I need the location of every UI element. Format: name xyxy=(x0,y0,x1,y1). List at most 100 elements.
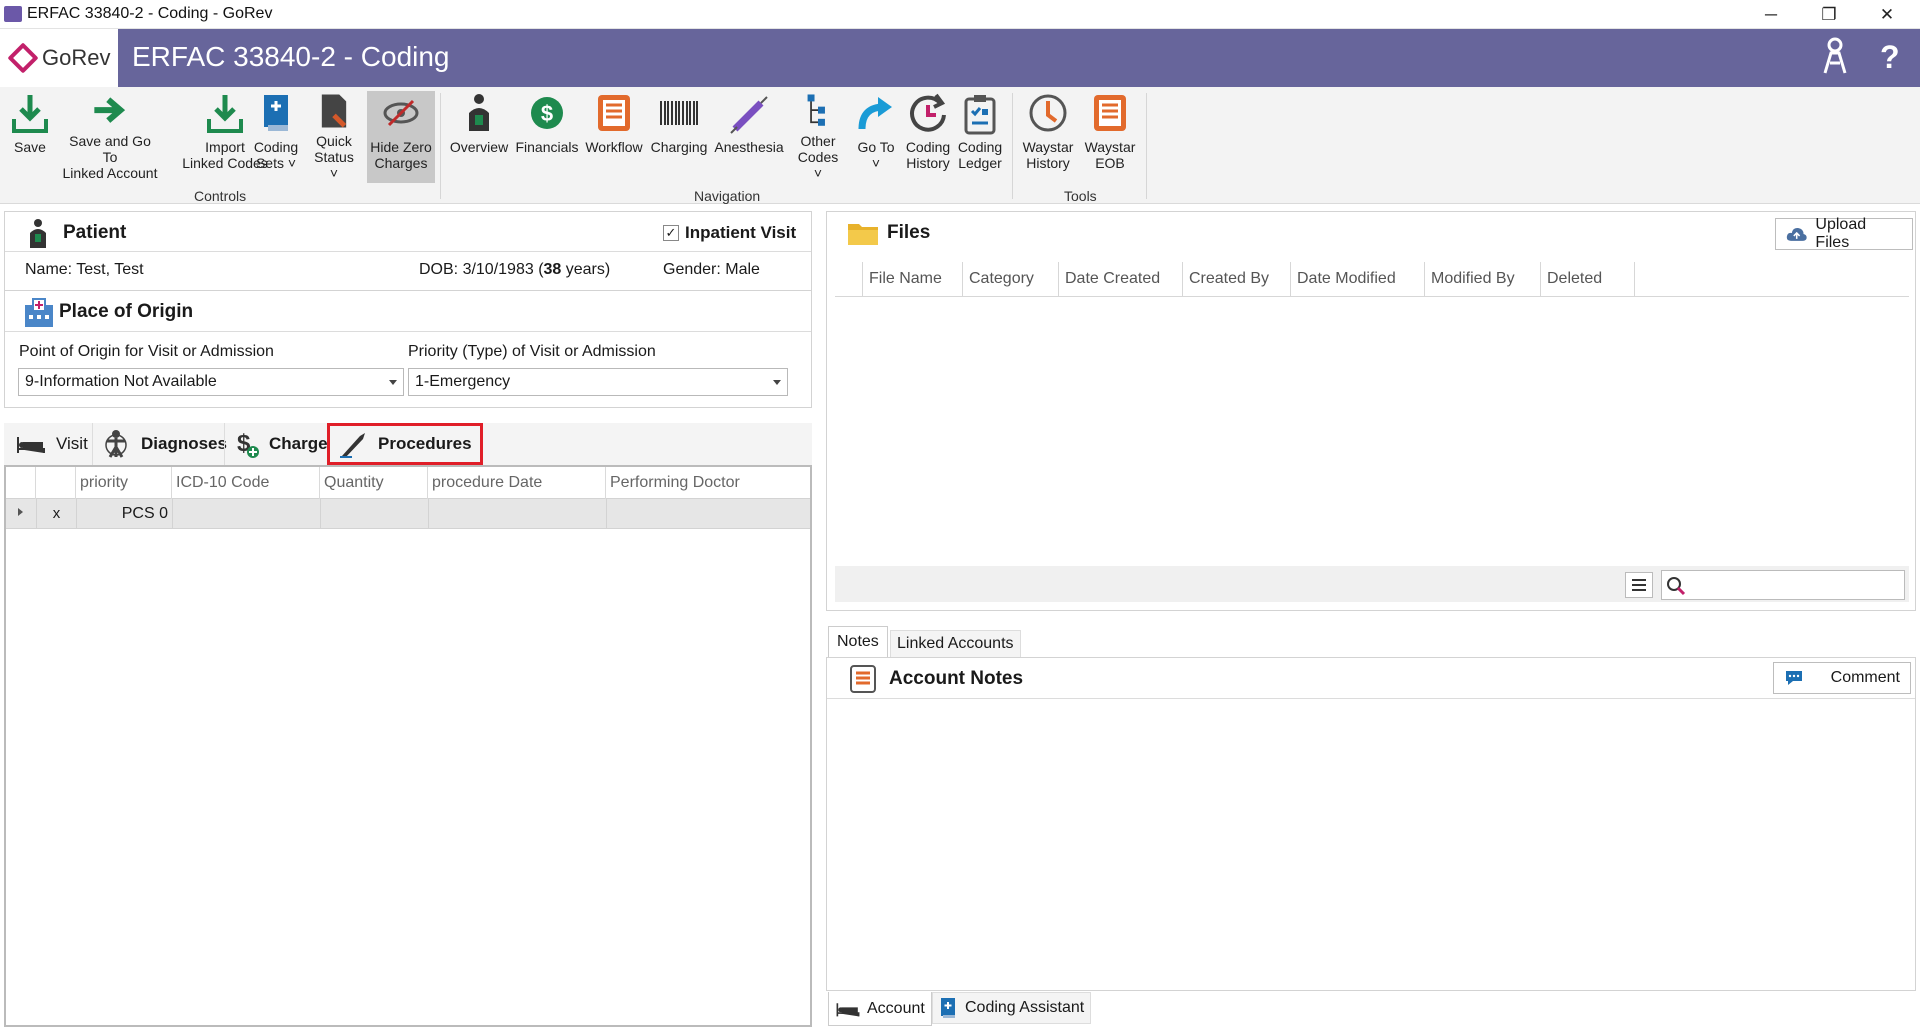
waystar-history-button[interactable]: Waystar History xyxy=(1020,91,1076,181)
user-settings-icon[interactable] xyxy=(1820,37,1850,83)
waystar-eob-icon xyxy=(1094,95,1126,131)
patient-panel: Patient ✓ Inpatient Visit Name: Test, Te… xyxy=(4,211,812,291)
window-title: ERFAC 33840-2 - Coding - GoRev xyxy=(27,5,273,22)
notes-icon xyxy=(849,664,877,694)
tab-notes[interactable]: Notes xyxy=(828,626,888,658)
cell-priority[interactable]: PCS 0 xyxy=(76,499,172,529)
tab-visit[interactable]: Visit xyxy=(8,423,96,465)
col-file-name[interactable]: File Name xyxy=(863,262,963,296)
window-title-bar: ERFAC 33840-2 - Coding - GoRev ─ ❐ ✕ xyxy=(0,0,1920,29)
app-header: GoRev ERFAC 33840-2 - Coding ? xyxy=(0,29,1920,87)
col-quantity[interactable]: Quantity xyxy=(320,467,428,499)
notes-tabs: Notes Linked Accounts xyxy=(826,626,1916,658)
col-created-by[interactable]: Created By xyxy=(1183,262,1291,296)
coding-ledger-button[interactable]: Coding Ledger xyxy=(955,91,1005,181)
coding-history-button[interactable]: Coding History xyxy=(903,91,953,181)
other-codes-icon xyxy=(807,94,825,126)
anesthesia-button[interactable]: Anesthesia xyxy=(712,91,786,181)
hide-zero-charges-button[interactable]: Hide Zero Charges xyxy=(367,91,435,183)
cell-quantity[interactable] xyxy=(320,499,428,529)
financials-button[interactable]: $ Financials xyxy=(515,91,579,181)
files-panel: Files Upload Files File Name Category Da… xyxy=(826,211,1916,611)
cloud-upload-icon xyxy=(1786,228,1807,241)
cell-performing-doctor[interactable] xyxy=(606,499,810,529)
workflow-button[interactable]: Workflow xyxy=(583,91,645,181)
ribbon-toolbar: Save Save and Go To Linked Account Impor… xyxy=(0,87,1920,204)
anesthesia-icon xyxy=(730,96,768,134)
coding-sets-icon xyxy=(264,95,288,131)
delete-row-button[interactable]: x xyxy=(36,499,76,529)
col-date-created[interactable]: Date Created xyxy=(1059,262,1183,296)
patient-icon xyxy=(27,218,49,248)
other-codes-button[interactable]: Other Codes ˅ xyxy=(790,91,846,181)
save-button[interactable]: Save xyxy=(8,91,52,181)
hospital-icon xyxy=(23,297,55,327)
workflow-icon xyxy=(598,95,630,131)
col-procedure-date[interactable]: procedure Date xyxy=(428,467,606,499)
tab-diagnoses[interactable]: Diagnoses xyxy=(92,423,235,465)
cell-icd10-code[interactable] xyxy=(172,499,320,529)
tab-linked-accounts[interactable]: Linked Accounts xyxy=(890,630,1021,658)
col-performing-doctor[interactable]: Performing Doctor xyxy=(606,467,810,499)
tab-coding-assistant[interactable]: Coding Assistant xyxy=(932,992,1092,1024)
minimize-button[interactable]: ─ xyxy=(1742,0,1800,29)
patient-name: Name: Test, Test xyxy=(25,261,144,278)
brand-name: GoRev xyxy=(42,45,111,70)
grid-header: priority ICD-10 Code Quantity procedure … xyxy=(6,467,810,499)
import-icon xyxy=(207,95,243,133)
priority-select[interactable]: 1-Emergency xyxy=(408,368,788,396)
tab-procedures[interactable]: Procedures xyxy=(327,423,483,465)
col-date-modified[interactable]: Date Modified xyxy=(1291,262,1425,296)
priority-label: Priority (Type) of Visit or Admission xyxy=(408,343,656,360)
bottom-tabs: Account Coding Assistant xyxy=(826,992,1916,1026)
overview-icon xyxy=(469,94,489,131)
col-deleted[interactable]: Deleted xyxy=(1541,262,1635,296)
account-notes-panel: Account Notes Comment xyxy=(826,657,1916,991)
charging-icon xyxy=(660,101,698,125)
gorev-logo[interactable]: GoRev xyxy=(0,29,118,87)
place-of-origin-panel: Place of Origin Point of Origin for Visi… xyxy=(4,290,812,408)
menu-icon xyxy=(1632,579,1646,591)
group-label-controls: Controls xyxy=(194,188,247,204)
files-footer xyxy=(835,566,1909,602)
coding-history-icon xyxy=(910,93,946,132)
coding-tabs: Visit Diagnoses $ Charges Procedures xyxy=(4,423,812,465)
group-label-tools: Tools xyxy=(1064,188,1097,204)
logo-mark-icon xyxy=(7,42,39,74)
comment-icon xyxy=(1786,671,1802,685)
coding-sets-button[interactable]: Coding Sets ˅ xyxy=(252,91,300,181)
tab-account[interactable]: Account xyxy=(828,992,932,1026)
restore-button[interactable]: ❐ xyxy=(1800,0,1858,29)
page-title: ERFAC 33840-2 - Coding xyxy=(132,41,450,72)
files-search-input[interactable] xyxy=(1661,570,1905,600)
folder-icon xyxy=(847,220,879,246)
ribbon-separator xyxy=(1012,93,1013,199)
save-goto-icon xyxy=(94,97,126,123)
quick-status-button[interactable]: Quick Status ˅ xyxy=(308,91,360,181)
upload-files-button[interactable]: Upload Files xyxy=(1775,216,1913,251)
col-icd10-code[interactable]: ICD-10 Code xyxy=(172,467,320,499)
app-icon xyxy=(4,6,22,22)
chevron-down-icon xyxy=(389,380,397,385)
point-of-origin-select[interactable]: 9-Information Not Available xyxy=(18,368,404,396)
patient-heading: Patient xyxy=(63,222,127,243)
table-row[interactable]: x PCS 0 xyxy=(6,499,810,529)
charging-button[interactable]: Charging xyxy=(649,91,709,181)
files-heading: Files xyxy=(887,222,931,243)
cell-procedure-date[interactable] xyxy=(428,499,606,529)
col-modified-by[interactable]: Modified By xyxy=(1425,262,1541,296)
goto-button[interactable]: Go To ˅ xyxy=(852,91,900,181)
help-icon[interactable]: ? xyxy=(1880,39,1900,76)
bed-icon xyxy=(17,437,45,453)
row-indicator-icon xyxy=(18,508,23,516)
waystar-eob-button[interactable]: Waystar EOB xyxy=(1082,91,1138,181)
coding-assistant-icon xyxy=(941,998,955,1018)
overview-button[interactable]: Overview xyxy=(448,91,510,181)
col-priority[interactable]: priority xyxy=(76,467,172,499)
comment-button[interactable]: Comment xyxy=(1773,662,1911,694)
close-button[interactable]: ✕ xyxy=(1858,0,1916,29)
column-chooser-button[interactable] xyxy=(1625,572,1653,598)
inpatient-visit-checkbox[interactable]: ✓ Inpatient Visit xyxy=(663,223,796,243)
save-goto-linked-button[interactable]: Save and Go To Linked Account xyxy=(58,91,162,181)
col-category[interactable]: Category xyxy=(963,262,1059,296)
